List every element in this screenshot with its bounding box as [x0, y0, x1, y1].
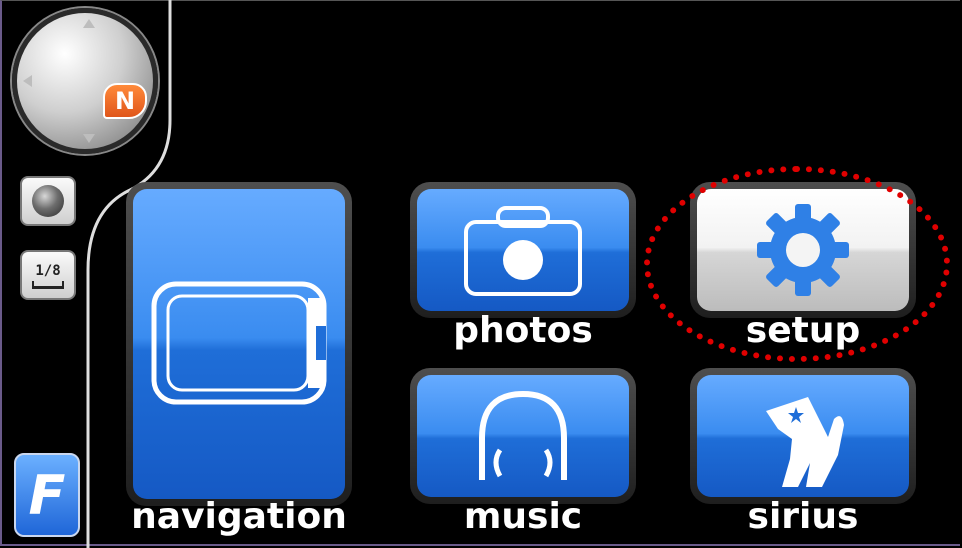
camera-icon — [464, 206, 582, 296]
navigation-tile[interactable] — [126, 182, 352, 506]
setup-highlight-annotation — [644, 166, 950, 362]
sirius-tile-face — [697, 375, 909, 497]
scale-bar-icon — [32, 281, 64, 289]
photos-tile-face — [417, 189, 629, 311]
map-scale-label: 1/8 — [35, 263, 61, 279]
compass-tick-west — [23, 75, 32, 87]
music-tile[interactable] — [410, 368, 636, 504]
compass[interactable]: N — [12, 8, 158, 154]
sirius-tile[interactable] — [690, 368, 916, 504]
music-label: music — [463, 496, 583, 537]
photos-label: photos — [453, 310, 593, 351]
navigation-screen-icon — [151, 281, 327, 405]
sirius-label: sirius — [747, 496, 859, 537]
sirius-dog-icon — [766, 397, 844, 487]
gps-status-button[interactable] — [20, 176, 76, 226]
navigation-tile-face — [133, 189, 345, 499]
gps-status-icon — [32, 185, 64, 217]
photos-tile[interactable] — [410, 182, 636, 318]
map-scale-button[interactable]: 1/8 — [20, 250, 76, 300]
headphones-icon — [479, 390, 567, 480]
north-indicator-icon: N — [103, 83, 147, 119]
compass-tick-north — [83, 19, 95, 28]
navigation-label: navigation — [131, 496, 347, 537]
music-tile-face — [417, 375, 629, 497]
compass-tick-south — [83, 134, 95, 143]
ford-logo-icon[interactable]: F — [14, 453, 80, 537]
